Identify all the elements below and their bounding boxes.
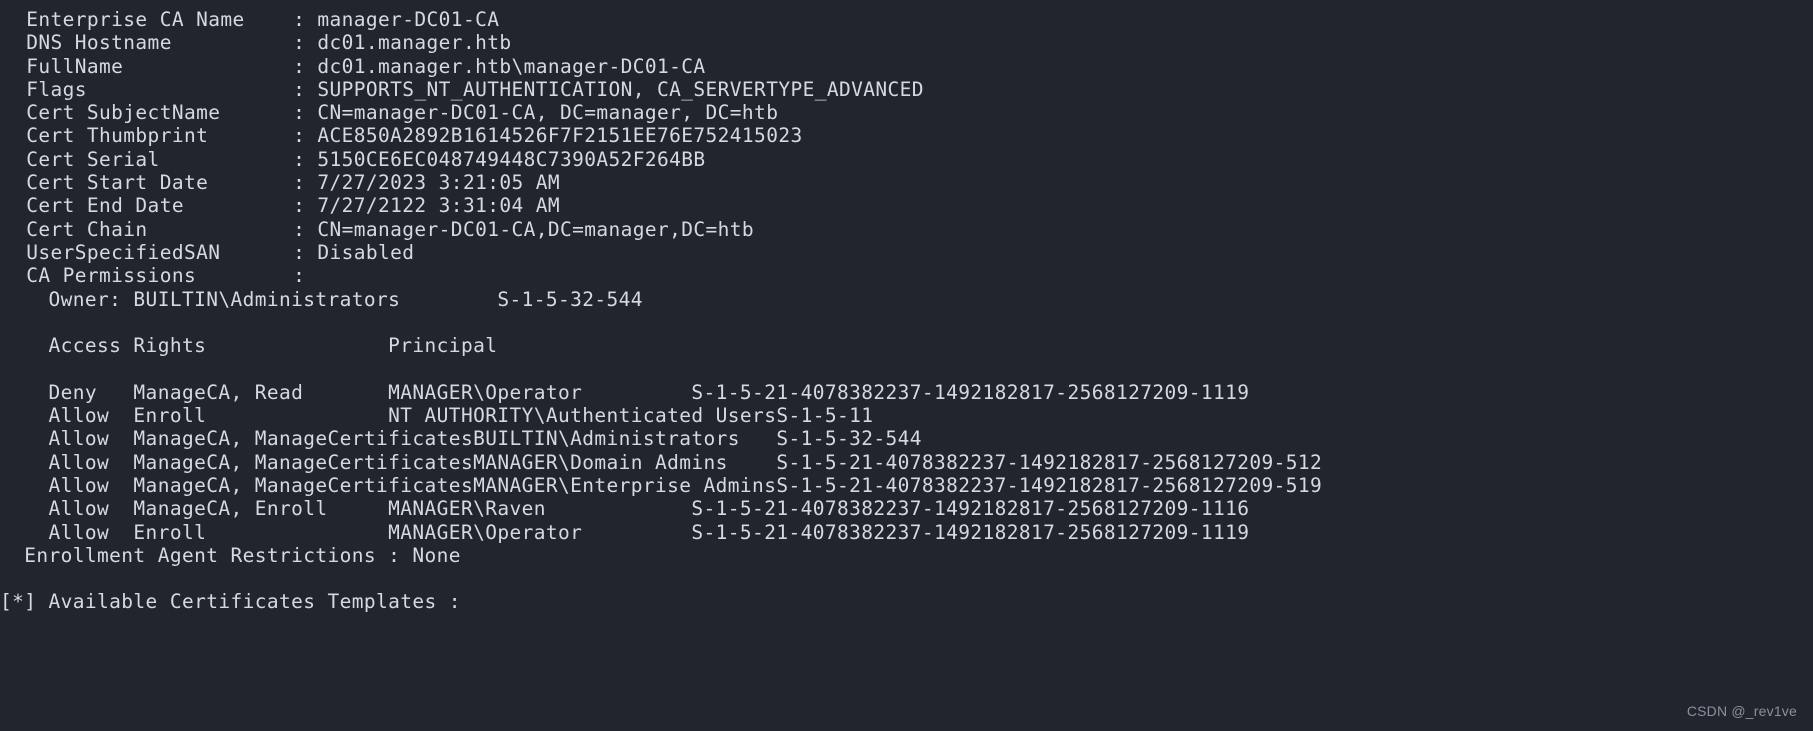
permissions-table-row: Allow Enroll NT AUTHORITY\Authenticated … <box>0 404 874 428</box>
enrollment-agent-restrictions-line: Enrollment Agent Restrictions : None <box>0 543 461 567</box>
ca-info-row: Enterprise CA Name : manager-DC01-CA <box>2 8 500 31</box>
available-templates-line: [*] Available Certificates Templates : <box>0 590 461 614</box>
permissions-table-row: Allow ManageCA, ManageCertificatesBUILTI… <box>0 427 922 451</box>
terminal-output: Enterprise CA Name : manager-DC01-CA DNS… <box>0 0 1813 731</box>
permissions-table-row: Deny ManageCA, Read MANAGER\Operator S-1… <box>0 380 1250 404</box>
ca-info-row: UserSpecifiedSAN : Disabled <box>2 240 415 264</box>
ca-info-block: Enterprise CA Name : manager-DC01-CA DNS… <box>0 8 1813 288</box>
ca-owner-line: Owner: BUILTIN\Administrators S-1-5-32-5… <box>0 287 643 311</box>
permissions-table-header: Access Rights Principal <box>0 334 498 358</box>
csdn-watermark: CSDN @_rev1ve <box>1686 702 1797 719</box>
ca-info-row: Cert Thumbprint : ACE850A2892B1614526F7F… <box>2 124 803 148</box>
permissions-table-row: Allow Enroll MANAGER\Operator S-1-5-21-4… <box>0 520 1250 544</box>
ca-info-row: Cert Serial : 5150CE6EC048749448C7390A52… <box>2 147 706 171</box>
ca-info-row: Cert Start Date : 7/27/2023 3:21:05 AM <box>2 171 560 195</box>
permissions-table-row: Allow ManageCA, ManageCertificatesMANAGE… <box>0 473 1323 497</box>
ca-info-row: FullName : dc01.manager.htb\manager-DC01… <box>2 54 706 78</box>
permissions-table-row: Allow ManageCA, ManageCertificatesMANAGE… <box>0 450 1323 474</box>
ca-info-row: CA Permissions : <box>2 264 318 288</box>
ca-info-row: DNS Hostname : dc01.manager.htb <box>2 31 512 55</box>
ca-info-row: Cert End Date : 7/27/2122 3:31:04 AM <box>2 194 560 218</box>
ca-info-row: Cert Chain : CN=manager-DC01-CA,DC=manag… <box>2 217 755 241</box>
ca-info-row: Cert SubjectName : CN=manager-DC01-CA, D… <box>2 101 779 125</box>
permissions-table-row: Allow ManageCA, Enroll MANAGER\Raven S-1… <box>0 497 1250 521</box>
permissions-table-body: Deny ManageCA, Read MANAGER\Operator S-1… <box>0 381 1813 544</box>
ca-info-row: Flags : SUPPORTS_NT_AUTHENTICATION, CA_S… <box>2 77 924 101</box>
